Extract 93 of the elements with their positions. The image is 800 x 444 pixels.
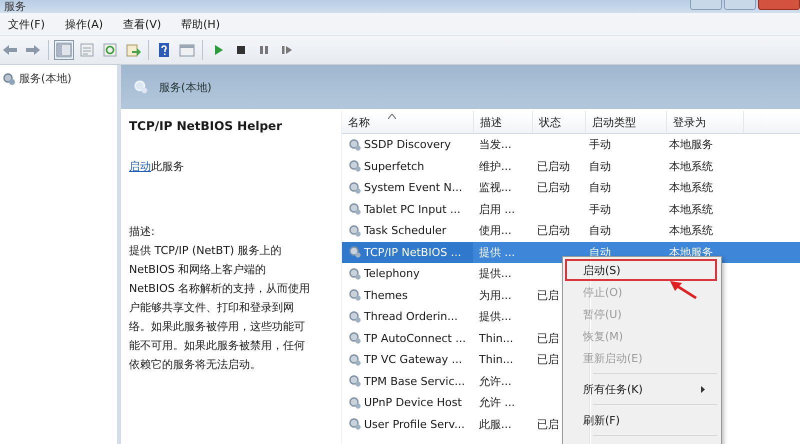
- table-cell: Thin...: [479, 353, 514, 366]
- table-cell: 提供...: [479, 266, 512, 282]
- table-cell[interactable]: Telephony: [342, 263, 473, 284]
- table-cell[interactable]: SSDP Discovery: [342, 134, 473, 156]
- menu-item[interactable]: 启动(S): [565, 259, 717, 281]
- table-cell: 本地系统: [669, 158, 713, 174]
- table-cell: 手动: [589, 202, 611, 217]
- service-name-text: Task Scheduler: [364, 224, 446, 238]
- table-cell: Thin...: [479, 332, 514, 345]
- table-cell: 已启动: [537, 180, 570, 196]
- table-cell[interactable]: Task Scheduler: [342, 220, 473, 242]
- table-cell: 此服...: [479, 416, 512, 432]
- table-cell: 已启动: [537, 223, 570, 238]
- table-cell: 本地系统: [669, 180, 713, 196]
- service-name: TCP/IP NetBIOS Helper: [129, 119, 284, 133]
- service-name-text: Superfetch: [364, 160, 424, 173]
- sort-caret-icon: [388, 114, 396, 119]
- export-icon[interactable]: [125, 42, 141, 58]
- menu-item[interactable]: 所有任务(K): [565, 378, 717, 400]
- column-header[interactable]: 状态: [533, 111, 586, 133]
- table-cell: 提供 ...: [479, 244, 515, 260]
- table-cell: 自动: [589, 158, 611, 174]
- table-cell: 维护...: [479, 158, 512, 174]
- window-title: 服务: [4, 1, 26, 12]
- table-cell[interactable]: Tablet PC Input ...: [342, 198, 473, 220]
- arrow-icon: [668, 280, 698, 300]
- table-cell: 已启动: [537, 158, 570, 174]
- table-cell: 允许...: [479, 374, 512, 389]
- service-name-text: TPM Base Servic...: [364, 374, 465, 388]
- column-header[interactable]: 登录为: [667, 111, 744, 133]
- column-header[interactable]: 描述: [474, 111, 533, 133]
- start-link[interactable]: 启动: [129, 160, 151, 173]
- table-cell: 允许 ...: [479, 395, 515, 410]
- table-cell: 启用 ...: [479, 202, 515, 217]
- menu-item[interactable]: 文件(F): [6, 16, 47, 32]
- service-name-text: System Event N...: [364, 181, 462, 194]
- table-cell: 手动: [589, 137, 611, 152]
- table-cell[interactable]: TP VC Gateway ...: [342, 349, 473, 370]
- menu-item[interactable]: 操作(A): [62, 16, 106, 32]
- description-label: 描述:: [129, 224, 156, 239]
- service-name-text: SSDP Discovery: [364, 138, 451, 152]
- service-name-text: Tablet PC Input ...: [364, 202, 461, 216]
- window-icon[interactable]: [179, 42, 195, 58]
- table-cell: 已启: [537, 416, 559, 432]
- refresh-icon[interactable]: [102, 42, 118, 58]
- table-cell: 提供...: [479, 309, 512, 324]
- service-name-text: Telephony: [364, 267, 420, 280]
- table-cell: 本地服务: [669, 137, 713, 152]
- forward-icon[interactable]: [25, 42, 41, 58]
- table-cell: 自动: [589, 180, 611, 196]
- table-cell[interactable]: UPnP Device Host: [342, 392, 473, 414]
- menu-item[interactable]: 帮助(H): [179, 16, 222, 32]
- submenu-arrow-icon: [701, 386, 705, 392]
- menu-item[interactable]: 刷新(F): [565, 409, 717, 431]
- table-cell[interactable]: TP AutoConnect ...: [342, 328, 473, 349]
- description-text: 提供 TCP/IP (NetBT) 服务上的 NetBIOS 和网络上客户端的 NetBIOS 名称解析的支持，从而使用 户能够共享文件、打印和登录到网 络。如果此服务被停用，这些功能可 能不可用。如果此服务被禁用，任何 依赖它的服务将无法启动。: [129, 243, 312, 373]
- table-cell: 自动: [589, 223, 611, 238]
- table-cell: 为用...: [479, 288, 512, 303]
- tree-item[interactable]: 服务(本地): [0, 69, 117, 88]
- column-header[interactable]: 启动类型: [586, 111, 667, 133]
- service-name-text: Thread Orderin...: [364, 310, 458, 324]
- table-cell: 本地系统: [669, 202, 713, 217]
- table-cell[interactable]: System Event N...: [342, 177, 473, 198]
- service-name-text: TP AutoConnect ...: [364, 332, 466, 345]
- panel-title: 服务(本地): [159, 80, 212, 94]
- maximize-button[interactable]: [724, 0, 756, 10]
- table-cell: 监视...: [479, 180, 512, 196]
- service-name-text: User Profile Serv...: [364, 418, 465, 431]
- properties-icon[interactable]: [79, 42, 95, 58]
- table-cell: 当发...: [479, 137, 512, 152]
- table-cell: 使用...: [479, 223, 512, 238]
- table-cell[interactable]: Themes: [342, 284, 473, 306]
- table-cell[interactable]: TPM Base Servic...: [342, 370, 473, 392]
- help-icon[interactable]: [156, 42, 172, 58]
- minimize-button[interactable]: [690, 0, 722, 10]
- table-cell: 已启: [537, 352, 559, 368]
- service-name-text: TP VC Gateway ...: [364, 353, 462, 366]
- table-cell[interactable]: User Profile Serv...: [342, 414, 473, 435]
- menu-item[interactable]: 查看(V): [121, 16, 164, 32]
- service-name-text: Themes: [364, 288, 408, 302]
- table-cell[interactable]: TCP/IP NetBIOS ...: [342, 242, 473, 263]
- service-name-text: TCP/IP NetBIOS ...: [364, 246, 462, 259]
- back-icon[interactable]: [2, 42, 18, 58]
- close-button[interactable]: [758, 0, 800, 10]
- table-cell[interactable]: Thread Orderin...: [342, 306, 473, 328]
- table-cell: 已启: [537, 330, 559, 346]
- action-text: 启动此服务: [129, 159, 185, 174]
- service-name-text: UPnP Device Host: [364, 396, 462, 410]
- table-cell: 本地系统: [669, 223, 713, 238]
- column-header[interactable]: 名称: [342, 111, 474, 133]
- table-cell: 已启: [537, 288, 559, 303]
- console-tree-icon[interactable]: [56, 42, 72, 58]
- table-cell[interactable]: Superfetch: [342, 156, 473, 177]
